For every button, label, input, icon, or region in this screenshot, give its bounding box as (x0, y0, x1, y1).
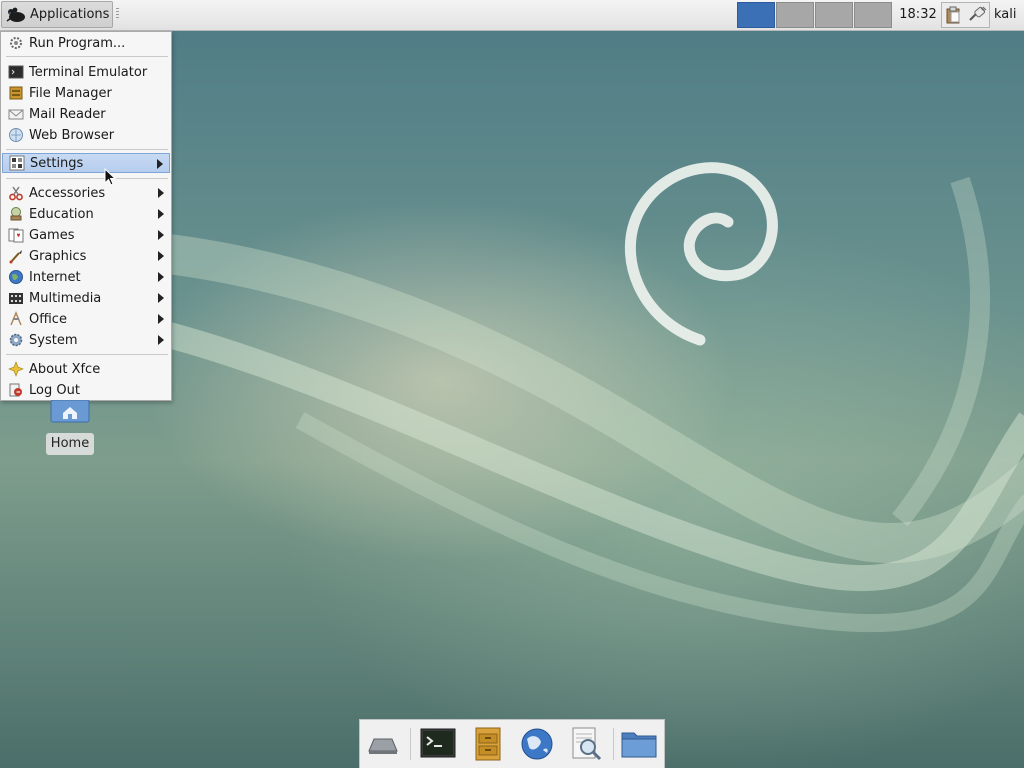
workspace-2[interactable] (776, 2, 814, 28)
applications-menu-button[interactable]: Applications (1, 1, 113, 28)
submenu-arrow-icon (158, 188, 164, 198)
submenu-arrow-icon (158, 230, 164, 240)
app-finder-launcher[interactable] (566, 725, 606, 763)
menu-item-run-program[interactable]: Run Program... (2, 33, 170, 53)
power-plug-icon[interactable] (967, 6, 987, 24)
menu-item-accessories[interactable]: Accessories (2, 183, 170, 203)
user-name[interactable]: kali (994, 0, 1017, 30)
system-tray (941, 2, 990, 28)
menu-separator (6, 149, 168, 150)
run-program-icon (10, 37, 22, 49)
workspace-1[interactable] (737, 2, 775, 28)
submenu-arrow-icon (158, 272, 164, 282)
app-finder-icon (572, 727, 602, 761)
submenu-arrow-icon (158, 293, 164, 303)
dock-separator (613, 728, 614, 760)
terminal-launcher[interactable] (418, 725, 458, 763)
about-xfce-icon (8, 361, 24, 377)
clock[interactable]: 18:32 (897, 0, 939, 30)
debian-logo (624, 162, 778, 346)
menu-item-graphics[interactable]: Graphics (2, 246, 170, 266)
show-desktop-icon (368, 738, 398, 754)
panel-separator-handle (116, 8, 119, 20)
menu-item-system[interactable]: System (2, 330, 170, 350)
show-desktop-launcher[interactable] (363, 725, 403, 763)
graphics-icon (9, 250, 22, 264)
submenu-arrow-icon (157, 159, 163, 169)
menu-item-mail-reader[interactable]: Mail Reader (2, 104, 170, 124)
file-manager-launcher[interactable] (468, 725, 508, 763)
clipboard-icon[interactable] (944, 6, 962, 24)
web-browser-icon (9, 128, 23, 142)
workspace-3[interactable] (815, 2, 853, 28)
home-icon-label[interactable]: Home (46, 433, 94, 455)
log-out-icon (9, 383, 22, 397)
menu-item-education[interactable]: Education (2, 204, 170, 224)
menu-separator (6, 178, 168, 179)
education-icon (10, 207, 22, 221)
home-folder-icon[interactable] (50, 400, 90, 424)
menu-item-multimedia[interactable]: Multimedia (2, 288, 170, 308)
menu-separator (6, 56, 168, 57)
terminal-icon (8, 65, 24, 79)
games-icon (8, 228, 24, 243)
dock-separator (410, 728, 411, 760)
settings-icon (9, 155, 25, 171)
top-panel: Applications 18:32 kali (0, 0, 1024, 31)
submenu-arrow-icon (158, 335, 164, 345)
menu-item-about-xfce[interactable]: About Xfce (2, 359, 170, 379)
applications-menu: Run Program... Terminal Emulator File Ma… (0, 31, 172, 401)
mail-icon (8, 109, 24, 120)
submenu-arrow-icon (158, 251, 164, 261)
xfce-mouse-icon (6, 7, 25, 22)
file-manager-icon (475, 727, 501, 761)
menu-item-file-manager[interactable]: File Manager (2, 83, 170, 103)
submenu-arrow-icon (158, 314, 164, 324)
file-manager-icon (9, 86, 23, 100)
folder-icon (621, 732, 657, 758)
workspace-4[interactable] (854, 2, 892, 28)
web-browser-icon (521, 728, 553, 760)
menu-separator (6, 354, 168, 355)
menu-item-internet[interactable]: Internet (2, 267, 170, 287)
menu-item-games[interactable]: Games (2, 225, 170, 245)
multimedia-icon (9, 293, 23, 304)
terminal-icon (420, 728, 456, 758)
applications-menu-label: Applications (30, 7, 110, 22)
menu-item-web-browser[interactable]: Web Browser (2, 125, 170, 145)
menu-item-settings[interactable]: Settings (2, 153, 170, 173)
web-browser-launcher[interactable] (517, 725, 557, 763)
mouse-cursor-icon (104, 168, 117, 186)
submenu-arrow-icon (158, 209, 164, 219)
accessories-icon (9, 186, 23, 201)
menu-item-terminal-emulator[interactable]: Terminal Emulator (2, 62, 170, 82)
internet-icon (9, 270, 23, 284)
menu-item-office[interactable]: Office (2, 309, 170, 329)
menu-item-log-out[interactable]: Log Out (2, 380, 170, 400)
office-icon (10, 311, 22, 326)
system-icon (9, 333, 23, 347)
folder-launcher[interactable] (619, 725, 659, 763)
bottom-dock (359, 719, 665, 768)
